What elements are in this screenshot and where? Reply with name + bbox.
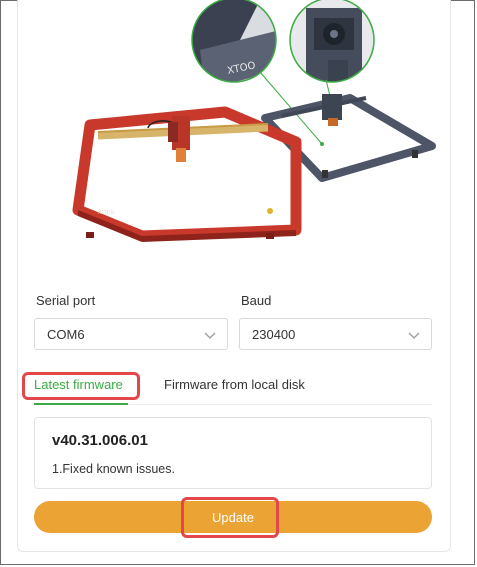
machine-brand-text: XTOOL — [98, 210, 115, 216]
chevron-down-icon — [204, 332, 216, 339]
chevron-down-icon — [408, 332, 420, 339]
highlight-box-update — [181, 497, 279, 538]
serial-port-select[interactable]: COM6 — [34, 318, 228, 350]
firmware-release-notes: 1.Fixed known issues. — [52, 462, 175, 476]
highlight-box-tab — [22, 372, 140, 400]
tab-firmware-local-disk[interactable]: Firmware from local disk — [164, 377, 305, 392]
baud-value: 230400 — [252, 327, 296, 342]
laser-engraver-image: XTOO XTOOL — [72, 0, 436, 242]
active-tab-indicator — [34, 403, 128, 405]
serial-port-label: Serial port — [36, 293, 96, 308]
firmware-info-box: v40.31.006.01 1.Fixed known issues. — [34, 417, 432, 489]
baud-select[interactable]: 230400 — [239, 318, 432, 350]
baud-label: Baud — [241, 293, 272, 308]
firmware-version: v40.31.006.01 — [52, 432, 148, 449]
serial-port-value: COM6 — [47, 327, 85, 342]
